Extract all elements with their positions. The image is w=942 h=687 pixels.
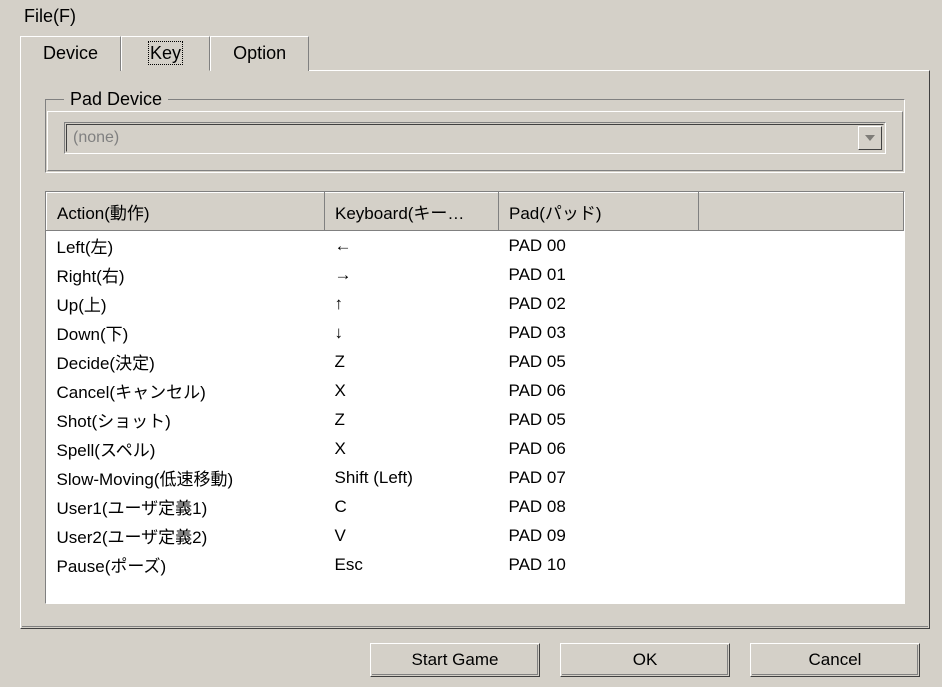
table-row[interactable]: Down(下)↓PAD 03 bbox=[47, 318, 904, 347]
col-pad[interactable]: Pad(パッド) bbox=[499, 193, 699, 231]
cell-extra bbox=[699, 434, 904, 463]
cancel-button[interactable]: Cancel bbox=[750, 643, 920, 677]
cell-pad: PAD 05 bbox=[499, 347, 699, 376]
cell-extra bbox=[699, 376, 904, 405]
table-row[interactable] bbox=[47, 579, 904, 603]
cell-keyboard: Esc bbox=[325, 550, 499, 579]
cell-pad: PAD 06 bbox=[499, 376, 699, 405]
cell-pad: PAD 10 bbox=[499, 550, 699, 579]
cell-pad: PAD 09 bbox=[499, 521, 699, 550]
cell-keyboard: X bbox=[325, 376, 499, 405]
cell-action: Decide(決定) bbox=[47, 347, 325, 376]
cell-extra bbox=[699, 579, 904, 603]
cell-action: User1(ユーザ定義1) bbox=[47, 492, 325, 521]
table-row[interactable]: Pause(ポーズ)EscPAD 10 bbox=[47, 550, 904, 579]
cell-keyboard: Z bbox=[325, 405, 499, 434]
cell-keyboard bbox=[325, 579, 499, 603]
cell-extra bbox=[699, 289, 904, 318]
dropdown-arrow-button[interactable] bbox=[858, 126, 882, 150]
cell-pad: PAD 00 bbox=[499, 231, 699, 261]
cell-extra bbox=[699, 405, 904, 434]
tab-device-label: Device bbox=[43, 43, 98, 63]
cell-keyboard: C bbox=[325, 492, 499, 521]
col-action[interactable]: Action(動作) bbox=[47, 193, 325, 231]
cell-extra bbox=[699, 260, 904, 289]
cell-action: Right(右) bbox=[47, 260, 325, 289]
menu-file[interactable]: File(F) bbox=[20, 4, 80, 29]
cell-pad: PAD 05 bbox=[499, 405, 699, 434]
cell-action bbox=[47, 579, 325, 603]
cell-pad: PAD 03 bbox=[499, 318, 699, 347]
cell-keyboard: V bbox=[325, 521, 499, 550]
key-bindings-table: Action(動作) Keyboard(キー… Pad(パッド) Left(左)… bbox=[45, 191, 905, 604]
tab-panel-key: Pad Device (none) Action(動作) bbox=[20, 70, 930, 629]
cell-action: Up(上) bbox=[47, 289, 325, 318]
table-row[interactable]: Right(右)→PAD 01 bbox=[47, 260, 904, 289]
cell-action: User2(ユーザ定義2) bbox=[47, 521, 325, 550]
pad-device-dropdown[interactable]: (none) bbox=[64, 122, 886, 154]
table-row[interactable]: Shot(ショット)ZPAD 05 bbox=[47, 405, 904, 434]
cell-extra bbox=[699, 347, 904, 376]
table-row[interactable]: User1(ユーザ定義1)CPAD 08 bbox=[47, 492, 904, 521]
cell-extra bbox=[699, 318, 904, 347]
cell-action: Down(下) bbox=[47, 318, 325, 347]
cell-pad bbox=[499, 579, 699, 603]
table-row[interactable]: Cancel(キャンセル)XPAD 06 bbox=[47, 376, 904, 405]
cell-pad: PAD 07 bbox=[499, 463, 699, 492]
cell-keyboard: X bbox=[325, 434, 499, 463]
col-keyboard[interactable]: Keyboard(キー… bbox=[325, 193, 499, 231]
chevron-down-icon bbox=[865, 135, 875, 141]
cell-pad: PAD 06 bbox=[499, 434, 699, 463]
start-game-button[interactable]: Start Game bbox=[370, 643, 540, 677]
cell-extra bbox=[699, 231, 904, 261]
cell-keyboard: Z bbox=[325, 347, 499, 376]
tab-key-label: Key bbox=[150, 43, 181, 63]
cell-extra bbox=[699, 492, 904, 521]
cell-action: Left(左) bbox=[47, 231, 325, 261]
cell-action: Pause(ポーズ) bbox=[47, 550, 325, 579]
cell-action: Cancel(キャンセル) bbox=[47, 376, 325, 405]
tab-option[interactable]: Option bbox=[210, 36, 309, 71]
pad-device-value: (none) bbox=[73, 129, 119, 147]
table-row[interactable]: Left(左)←PAD 00 bbox=[47, 231, 904, 261]
table-row[interactable]: Spell(スペル)XPAD 06 bbox=[47, 434, 904, 463]
cell-keyboard: ↑ bbox=[325, 289, 499, 318]
table-row[interactable]: User2(ユーザ定義2)VPAD 09 bbox=[47, 521, 904, 550]
cell-pad: PAD 01 bbox=[499, 260, 699, 289]
cell-keyboard: Shift (Left) bbox=[325, 463, 499, 492]
pad-device-group: Pad Device (none) bbox=[45, 89, 905, 173]
tab-key[interactable]: Key bbox=[121, 36, 210, 71]
cell-extra bbox=[699, 463, 904, 492]
table-row[interactable]: Decide(決定)ZPAD 05 bbox=[47, 347, 904, 376]
cell-action: Spell(スペル) bbox=[47, 434, 325, 463]
cell-pad: PAD 02 bbox=[499, 289, 699, 318]
col-extra[interactable] bbox=[699, 193, 904, 231]
cell-keyboard: ← bbox=[325, 231, 499, 261]
cell-pad: PAD 08 bbox=[499, 492, 699, 521]
cell-action: Slow-Moving(低速移動) bbox=[47, 463, 325, 492]
cell-keyboard: → bbox=[325, 260, 499, 289]
cell-action: Shot(ショット) bbox=[47, 405, 325, 434]
cell-keyboard: ↓ bbox=[325, 318, 499, 347]
tab-option-label: Option bbox=[233, 43, 286, 63]
ok-button[interactable]: OK bbox=[560, 643, 730, 677]
cell-extra bbox=[699, 521, 904, 550]
pad-device-legend: Pad Device bbox=[64, 89, 168, 110]
cell-extra bbox=[699, 550, 904, 579]
table-row[interactable]: Up(上)↑PAD 02 bbox=[47, 289, 904, 318]
tab-device[interactable]: Device bbox=[20, 36, 121, 71]
table-row[interactable]: Slow-Moving(低速移動)Shift (Left)PAD 07 bbox=[47, 463, 904, 492]
